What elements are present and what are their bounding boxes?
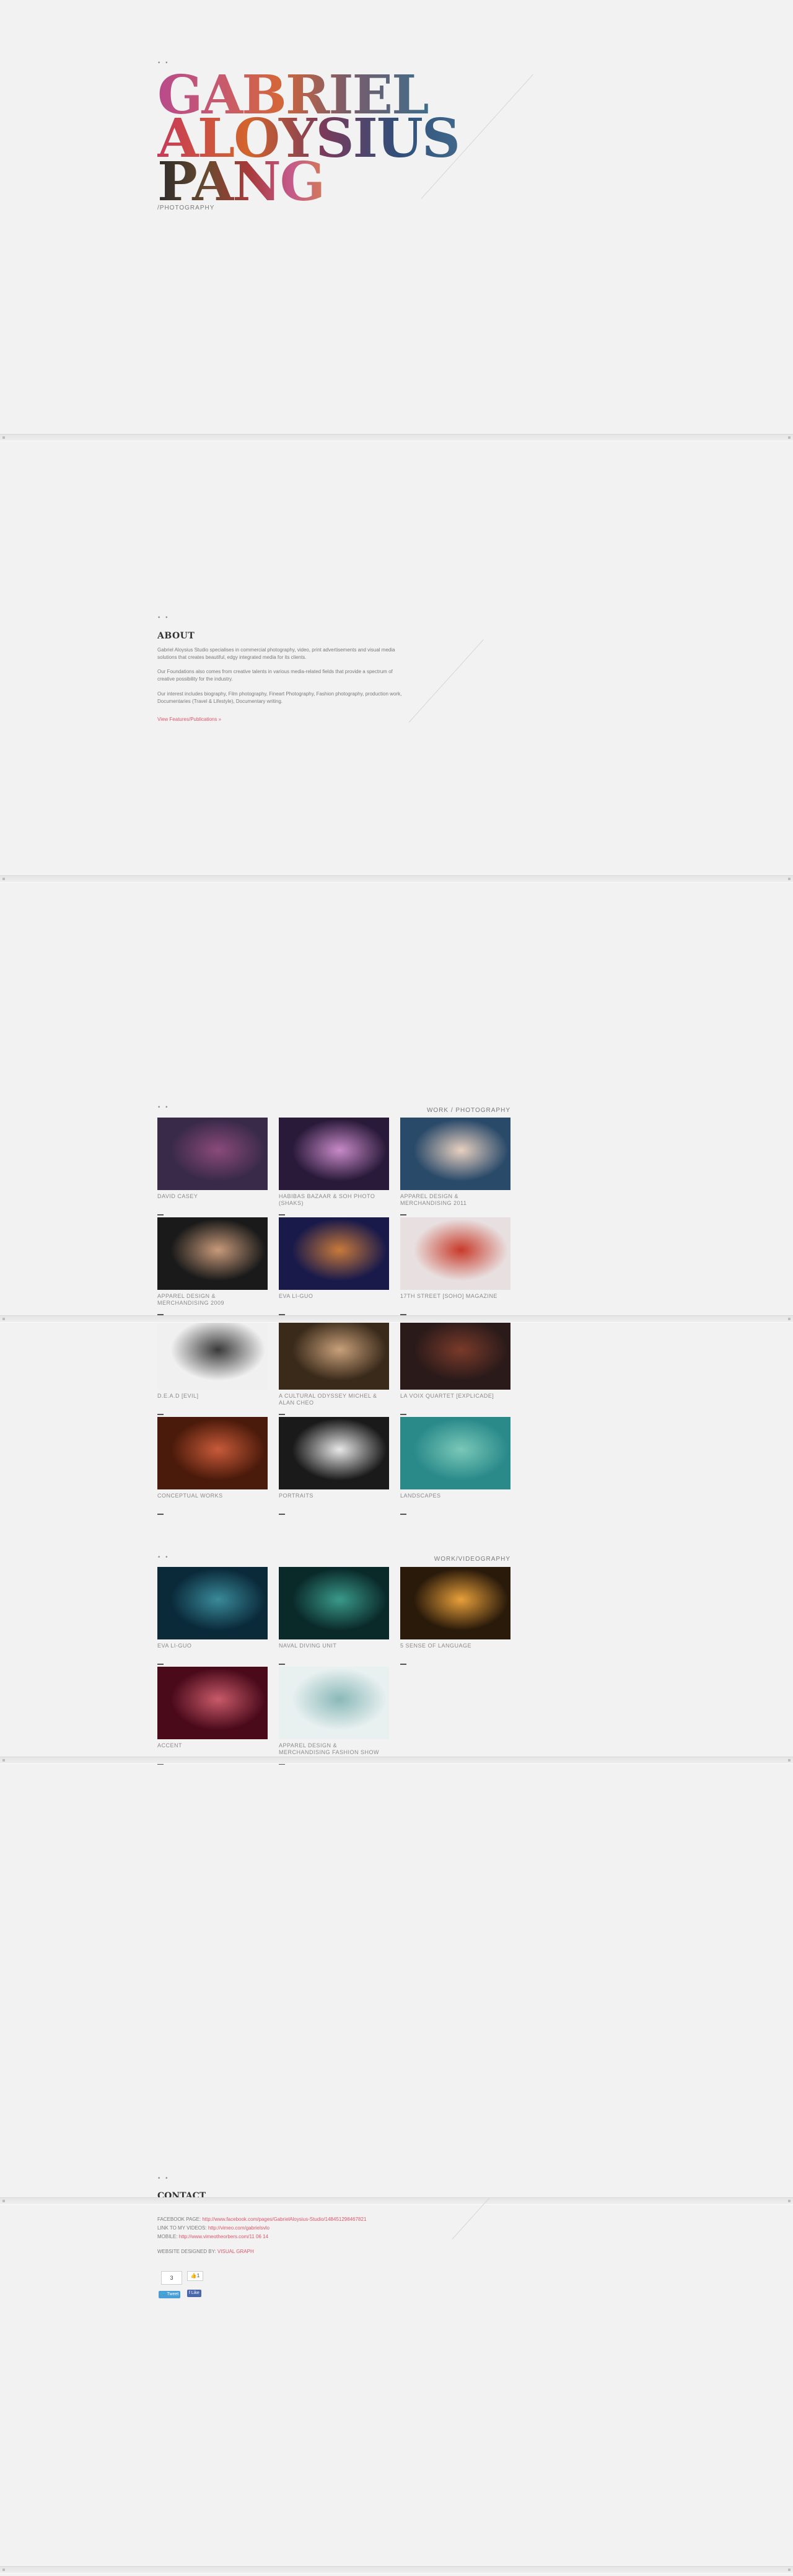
photo-marker [157,1214,164,1215]
photo-marker [400,1214,406,1215]
thumbs-up-icon: 👍 [190,2273,197,2278]
about-title: ABOUT [157,631,195,641]
like-button[interactable]: f Like [187,2290,201,2297]
photo-marker [279,1214,285,1215]
photo-label[interactable]: EVA LI-GUO [279,1293,389,1300]
photo-thumbnail[interactable] [279,1317,389,1390]
logo-line-pang: PANG [157,151,325,213]
decorative-diagonal [408,639,484,723]
twitter-icon: 🐦 [160,2292,167,2296]
video-label[interactable]: 5 SENSE OF LANGUAGE [400,1643,510,1649]
about-dots: • • [157,615,170,621]
video-marker [279,1664,285,1665]
vimeo-link[interactable]: http://vimeo.com/gabrielsvlo [208,2225,269,2231]
contact-mobile: MOBILE: http://www.vimeotheorbers.com/11… [157,2234,268,2239]
video-marker [157,1664,164,1665]
photo-thumbnail[interactable] [400,1417,510,1489]
photo-label[interactable]: LANDSCAPES [400,1493,510,1499]
share-count-box: 3 [161,2271,182,2285]
photo-thumbnail[interactable] [279,1118,389,1190]
photo-label[interactable]: APPAREL DESIGN & MERCHANDISING 2011 [400,1193,510,1207]
photo-thumbnail[interactable] [400,1217,510,1290]
video-thumbnail[interactable] [400,1567,510,1639]
photo-label[interactable]: CONCEPTUAL WORKS [157,1493,268,1499]
photo-thumbnail[interactable] [400,1317,510,1390]
mobile-link[interactable]: http://www.vimeotheorbers.com/11 06 14 [179,2234,268,2239]
photo-thumbnail[interactable] [157,1417,268,1489]
tweet-button[interactable]: 🐦 Tweet [159,2291,181,2298]
about-paragraph-3: Our interest includes biography, Film ph… [157,691,402,704]
video-label[interactable]: ACCENT [157,1742,268,1749]
photo-thumbnail[interactable] [157,1217,268,1290]
video-thumbnail[interactable] [279,1567,389,1639]
work-photography-heading: WORK / PHOTOGRAPHY [426,1107,510,1114]
about-paragraph-1: Gabriel Aloysius Studio specialises in c… [157,647,395,660]
tagline: /PHOTOGRAPHY [157,205,215,211]
photo-marker [157,1514,164,1515]
contact-dots: • • [157,2176,170,2182]
section-separator [0,2566,793,2574]
facebook-label: FACEBOOK PAGE: [157,2217,203,2222]
photo-marker [279,1514,285,1515]
section-separator [0,1757,793,1764]
photo-thumbnail[interactable] [157,1317,268,1390]
video-thumbnail[interactable] [157,1567,268,1639]
photo-label[interactable]: A CULTURAL ODYSSEY MICHEL & ALAN CHEO [279,1393,389,1406]
contact-vimeo: LINK TO MY VIDEOS: http://vimeo.com/gabr… [157,2225,269,2231]
photo-thumbnail[interactable] [279,1417,389,1489]
video-label[interactable]: EVA LI-GUO [157,1643,268,1649]
section-separator [0,1315,793,1323]
fb-count: 1 [196,2273,200,2278]
contact-designer: WEBSITE DESIGNED BY: VISUAL GRAPH [157,2249,254,2254]
photo-marker [400,1414,406,1415]
video-thumbnail[interactable] [279,1667,389,1739]
section-separator [0,875,793,883]
work-videography-heading: WORK/VIDEOGRAPHY [434,1556,510,1563]
photo-thumbnail[interactable] [400,1118,510,1190]
photo-label[interactable]: 17TH STREET [SOHO] MAGAZINE [400,1293,510,1300]
video-label[interactable]: NAVAL DIVING UNIT [279,1643,389,1649]
work-photo-dots: • • [157,1105,170,1111]
photo-label[interactable]: D.E.A.D [EVIL] [157,1393,268,1400]
photo-label[interactable]: HABIBAS BAZAAR & SOH PHOTO (SHAKS) [279,1193,389,1207]
tweet-label: Tweet [167,2292,179,2296]
section-separator [0,2197,793,2205]
photo-marker [400,1514,406,1515]
designer-label: WEBSITE DESIGNED BY: [157,2249,217,2254]
work-video-dots: • • [157,1555,170,1561]
mobile-label: MOBILE: [157,2234,179,2239]
photo-label[interactable]: PORTRAITS [279,1493,389,1499]
video-thumbnail[interactable] [157,1667,268,1739]
view-features-link[interactable]: View Features/Publications » [157,717,221,722]
like-label: Like [191,2291,199,2295]
video-marker [400,1664,406,1665]
fb-count-box: 👍1 [187,2271,203,2281]
photo-marker [279,1414,285,1415]
designer-link[interactable]: VISUAL GRAPH [217,2249,254,2254]
about-paragraph-2: Our Foundations also comes from creative… [157,669,393,682]
facebook-link[interactable]: http://www.facebook.com/pages/GabrielAlo… [202,2217,366,2222]
contact-facebook: FACEBOOK PAGE: http://www.facebook.com/p… [157,2217,366,2222]
photo-label[interactable]: LA VOIX QUARTET [EXPLICADE] [400,1393,510,1400]
vimeo-label: LINK TO MY VIDEOS: [157,2225,208,2231]
photo-label[interactable]: APPAREL DESIGN & MERCHANDISING 2009 [157,1293,268,1307]
section-separator [0,434,793,441]
photo-thumbnail[interactable] [279,1217,389,1290]
photo-marker [157,1414,164,1415]
photo-thumbnail[interactable] [157,1118,268,1190]
photo-label[interactable]: DAVID CASEY [157,1193,268,1200]
